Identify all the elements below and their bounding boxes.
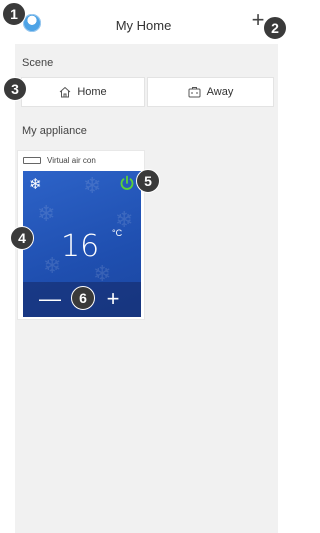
scene-section-label: Scene <box>22 57 54 69</box>
increase-temperature-button[interactable]: + <box>102 286 124 312</box>
house-icon <box>59 86 71 98</box>
temperature-unit: °C <box>112 228 123 238</box>
power-icon[interactable] <box>119 175 135 191</box>
temperature-value: 16 <box>61 229 100 264</box>
air-conditioner-icon <box>23 156 41 164</box>
appliance-name-row: Virtual air con <box>23 155 96 165</box>
top-bar: My Home + <box>0 0 287 44</box>
callout-badge-2: 2 <box>263 16 287 40</box>
snowflake-decoration-icon: ❄ <box>43 253 62 278</box>
scene-away-label: Away <box>206 86 234 98</box>
page-title: My Home <box>115 18 172 33</box>
scene-home-button[interactable]: Home <box>21 77 145 107</box>
callout-badge-1: 1 <box>2 2 26 26</box>
snowflake-decoration-icon: ❄ <box>83 173 102 198</box>
callout-badge-6: 6 <box>71 286 95 310</box>
callout-badge-3: 3 <box>3 77 27 101</box>
suitcase-icon <box>188 87 201 98</box>
appliance-section-label: My appliance <box>22 125 87 137</box>
callout-badge-4: 4 <box>10 226 34 250</box>
appliance-name: Virtual air con <box>47 155 96 165</box>
scene-home-label: Home <box>77 86 107 98</box>
scene-away-button[interactable]: Away <box>147 77 274 107</box>
snowflake-icon: ❄ <box>29 176 42 193</box>
decrease-temperature-button[interactable]: — <box>39 286 61 312</box>
snowflake-decoration-icon: ❄ <box>37 201 56 226</box>
callout-badge-5: 5 <box>136 169 160 193</box>
